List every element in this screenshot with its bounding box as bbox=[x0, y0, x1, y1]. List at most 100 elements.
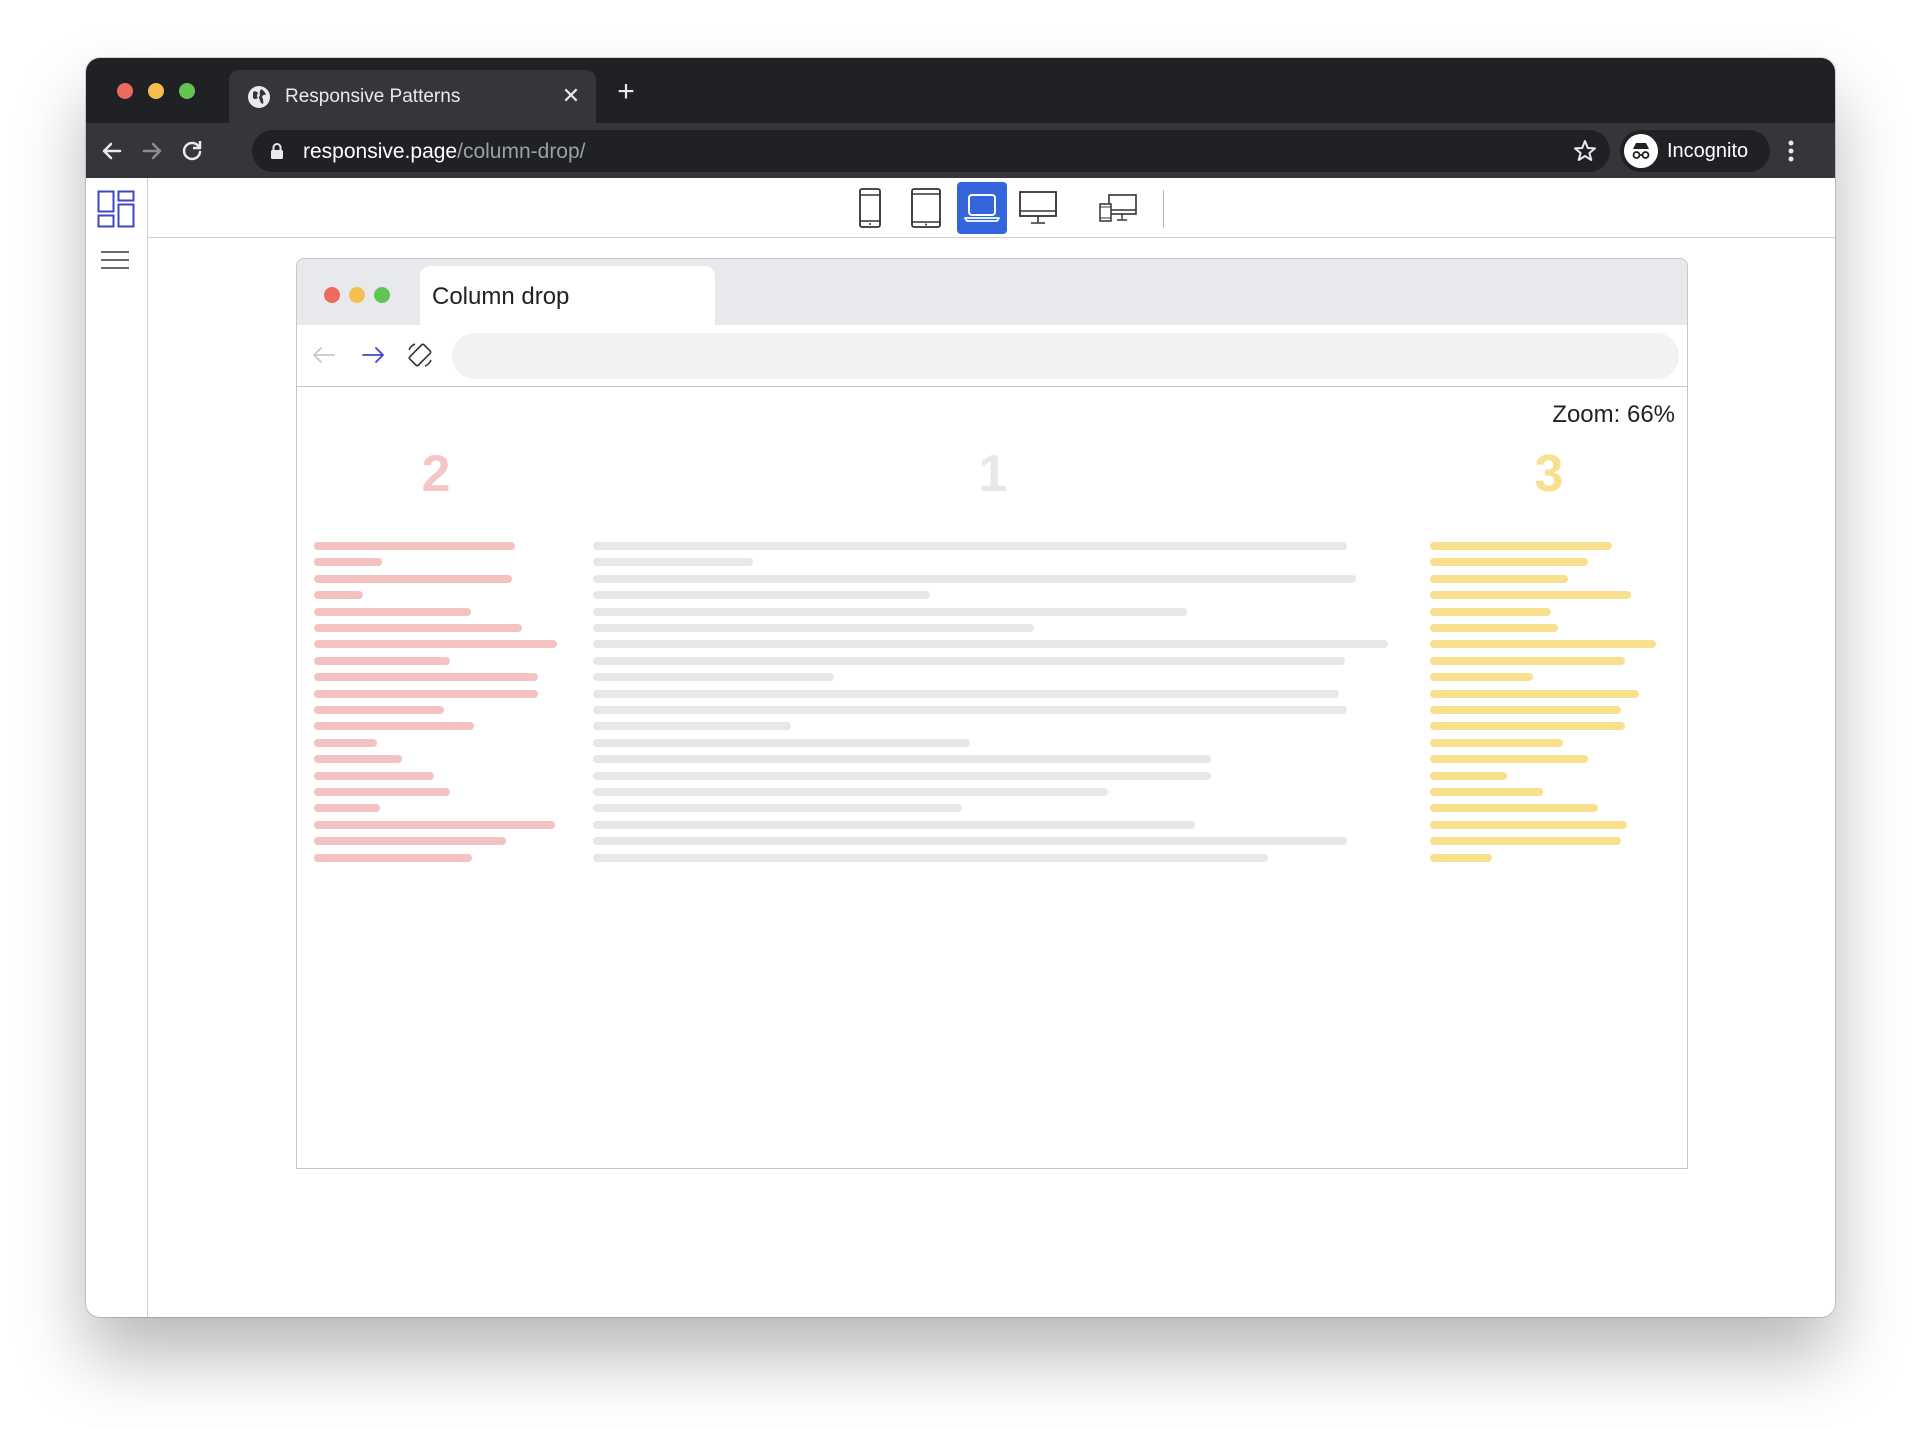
placeholder-line bbox=[593, 558, 753, 567]
placeholder-line bbox=[1430, 542, 1612, 550]
simulated-nav-bar bbox=[297, 325, 1687, 387]
simulated-address-bar bbox=[452, 333, 1679, 379]
lock-icon bbox=[271, 143, 283, 159]
zoom-indicator: Zoom: 66% bbox=[1552, 401, 1675, 428]
column-number-2: 2 bbox=[421, 445, 451, 503]
placeholder-line bbox=[314, 689, 538, 698]
layout-grid-icon[interactable] bbox=[97, 190, 135, 228]
tablet-view-button[interactable] bbox=[901, 182, 951, 234]
placeholder-line bbox=[1430, 689, 1639, 698]
placeholder-line bbox=[1430, 656, 1625, 665]
placeholder-line bbox=[314, 656, 450, 665]
placeholder-line bbox=[314, 706, 444, 714]
placeholder-line bbox=[593, 771, 1211, 780]
placeholder-line bbox=[593, 689, 1339, 698]
placeholder-line bbox=[1430, 706, 1621, 714]
simulated-tab: Column drop bbox=[420, 266, 715, 325]
placeholder-line bbox=[314, 853, 472, 862]
laptop-icon bbox=[964, 194, 1000, 222]
phone-icon bbox=[859, 188, 881, 228]
placeholder-line bbox=[314, 837, 506, 846]
placeholder-line bbox=[1430, 837, 1621, 846]
placeholder-line bbox=[1430, 673, 1533, 682]
placeholder-line bbox=[593, 673, 834, 682]
phone-view-button[interactable] bbox=[845, 182, 895, 234]
placeholder-line bbox=[593, 542, 1347, 550]
placeholder-line bbox=[314, 542, 515, 550]
url-path: /column-drop/ bbox=[457, 140, 586, 163]
laptop-view-button[interactable] bbox=[957, 182, 1007, 234]
placeholder-line bbox=[593, 574, 1356, 583]
simulated-back-icon bbox=[313, 347, 335, 363]
placeholder-line bbox=[593, 837, 1347, 846]
address-bar[interactable]: responsive.page/column-drop/ bbox=[252, 130, 1610, 172]
placeholder-line bbox=[593, 706, 1347, 714]
placeholder-line bbox=[314, 820, 555, 829]
placeholder-line bbox=[314, 574, 512, 583]
simulated-browser: Column drop Zoom: 66% 2 1 3 bbox=[296, 258, 1688, 1169]
tab-strip: Responsive Patterns ✕ + bbox=[86, 58, 1835, 123]
url-text: responsive.page/column-drop/ bbox=[303, 140, 586, 164]
placeholder-line bbox=[314, 624, 522, 632]
placeholder-line bbox=[593, 607, 1187, 616]
placeholder-line bbox=[593, 738, 970, 747]
placeholder-line bbox=[1430, 788, 1543, 796]
placeholder-line bbox=[314, 755, 402, 764]
placeholder-line bbox=[593, 624, 1034, 632]
desktop-monitor-icon bbox=[1019, 191, 1057, 224]
placeholder-line bbox=[1430, 640, 1656, 649]
maximize-window-button[interactable] bbox=[179, 83, 195, 99]
app-sidebar bbox=[86, 178, 148, 1317]
rotate-device-icon[interactable] bbox=[404, 339, 436, 371]
placeholder-line bbox=[314, 722, 474, 731]
simulated-tab-strip: Column drop bbox=[297, 259, 1687, 325]
placeholder-line bbox=[1430, 771, 1507, 780]
placeholder-line bbox=[593, 755, 1211, 764]
placeholder-line bbox=[314, 558, 382, 567]
placeholder-line bbox=[314, 673, 538, 682]
incognito-profile-button[interactable]: Incognito bbox=[1620, 130, 1770, 172]
browser-tab[interactable]: Responsive Patterns ✕ bbox=[229, 70, 596, 123]
placeholder-line bbox=[593, 722, 791, 731]
tablet-icon bbox=[911, 188, 941, 228]
placeholder-line bbox=[593, 656, 1345, 665]
placeholder-line bbox=[1430, 607, 1551, 616]
desktop-view-button[interactable] bbox=[1013, 182, 1063, 234]
multi-device-view-button[interactable] bbox=[1093, 182, 1143, 234]
placeholder-line bbox=[593, 853, 1268, 862]
incognito-label: Incognito bbox=[1667, 140, 1749, 162]
new-tab-button[interactable]: + bbox=[611, 77, 641, 108]
simulated-yellow-dot bbox=[349, 287, 365, 303]
page-content: Column drop Zoom: 66% 2 1 3 bbox=[86, 178, 1835, 1317]
close-window-button[interactable] bbox=[117, 83, 133, 99]
placeholder-line bbox=[1430, 820, 1627, 829]
bookmark-star-icon[interactable] bbox=[1572, 138, 1598, 164]
hamburger-menu-icon[interactable] bbox=[100, 250, 130, 270]
toolbar-divider bbox=[1163, 190, 1164, 228]
placeholder-line bbox=[1430, 722, 1625, 731]
placeholder-line bbox=[314, 591, 363, 600]
close-tab-icon[interactable]: ✕ bbox=[558, 83, 584, 109]
minimize-window-button[interactable] bbox=[148, 83, 164, 99]
column-number-3: 3 bbox=[1534, 445, 1564, 503]
reload-icon[interactable] bbox=[176, 135, 208, 167]
browser-toolbar: responsive.page/column-drop/ Incognito bbox=[86, 123, 1835, 178]
placeholder-line bbox=[1430, 624, 1558, 632]
placeholder-line bbox=[314, 738, 377, 747]
placeholder-line bbox=[593, 591, 930, 600]
placeholder-line bbox=[593, 820, 1195, 829]
simulated-red-dot bbox=[324, 287, 340, 303]
tab-title: Responsive Patterns bbox=[285, 86, 461, 107]
simulated-forward-icon[interactable] bbox=[357, 339, 389, 371]
device-toolbar bbox=[148, 178, 1835, 238]
more-menu-icon[interactable] bbox=[1781, 134, 1801, 168]
placeholder-line bbox=[314, 607, 471, 616]
placeholder-line bbox=[1430, 558, 1588, 567]
column-number-1: 1 bbox=[978, 445, 1008, 503]
placeholder-line bbox=[1430, 853, 1492, 862]
placeholder-line bbox=[314, 771, 434, 780]
forward-arrow-icon[interactable] bbox=[136, 135, 168, 167]
placeholder-line bbox=[1430, 738, 1563, 747]
placeholder-line bbox=[1430, 804, 1598, 813]
back-arrow-icon[interactable] bbox=[96, 135, 128, 167]
